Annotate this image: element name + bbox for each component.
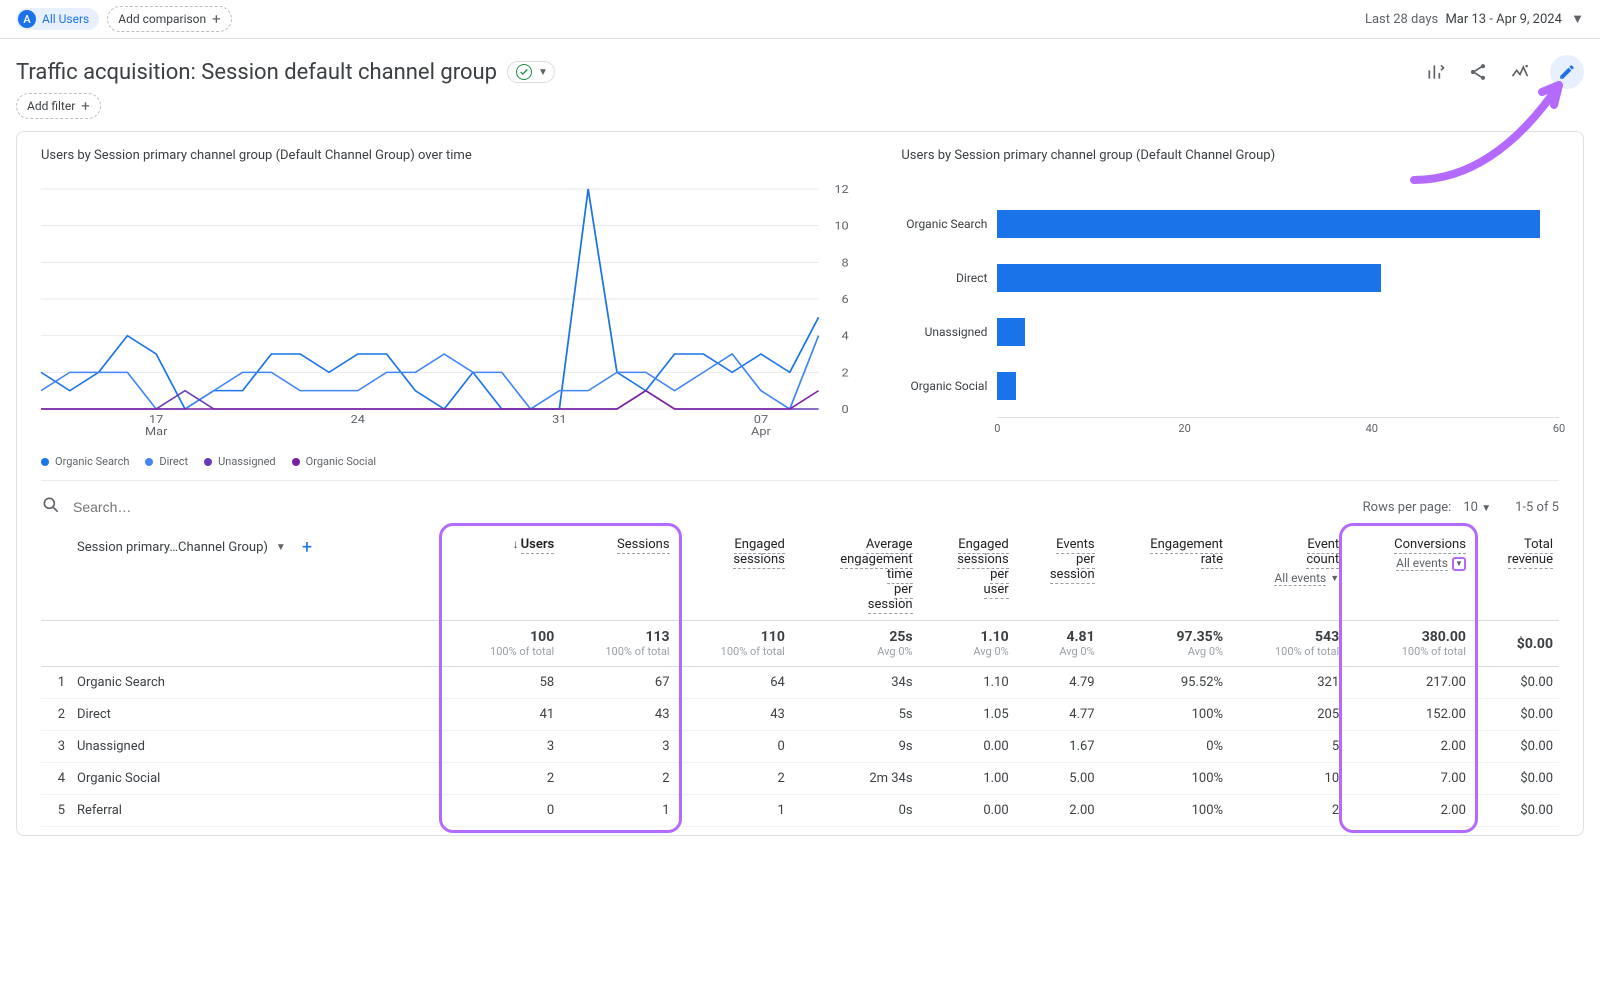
edit-pencil-icon[interactable] bbox=[1550, 55, 1584, 89]
metric-subselect[interactable]: All events bbox=[1396, 556, 1448, 571]
svg-text:31: 31 bbox=[552, 413, 566, 426]
column-header[interactable]: Engagedsessions bbox=[676, 529, 791, 621]
page-title: Traffic acquisition: Session default cha… bbox=[16, 60, 497, 85]
share-icon[interactable] bbox=[1466, 60, 1490, 84]
legend-item[interactable]: Organic Search bbox=[41, 455, 129, 468]
svg-text:0: 0 bbox=[842, 403, 849, 416]
dimension-header[interactable]: Session primary…Channel Group) bbox=[77, 540, 268, 555]
line-chart: 02468101217Mar243107Apr bbox=[41, 179, 853, 439]
bar-label: Organic Search bbox=[901, 217, 997, 231]
add-comparison-chip[interactable]: Add comparison + bbox=[107, 6, 231, 32]
pager-text: 1-5 of 5 bbox=[1515, 500, 1559, 515]
svg-text:07: 07 bbox=[754, 413, 769, 426]
dropdown-caret-icon[interactable]: ▼ bbox=[1452, 557, 1466, 571]
table-row[interactable]: 4Organic Social2222m 34s1.005.00100%107.… bbox=[41, 763, 1559, 795]
bar-label: Organic Social bbox=[901, 379, 997, 393]
bar-chart-title: Users by Session primary channel group (… bbox=[901, 148, 1559, 163]
sort-arrow-icon: ↓ bbox=[513, 537, 519, 551]
legend-item[interactable]: Direct bbox=[145, 455, 188, 468]
svg-text:Mar: Mar bbox=[145, 425, 167, 438]
caret-down-icon: ▼ bbox=[1571, 12, 1584, 27]
svg-text:4: 4 bbox=[842, 330, 849, 343]
rows-per-page-select[interactable]: 10 ▼ bbox=[1463, 500, 1491, 515]
rows-per-page-label: Rows per page: bbox=[1363, 500, 1452, 515]
data-table: Session primary…Channel Group) ▼ + ↓User… bbox=[41, 529, 1559, 827]
table-row[interactable]: 2Direct4143435s1.054.77100%205152.00$0.0… bbox=[41, 699, 1559, 731]
totals-row: 100100% of total113100% of total110100% … bbox=[41, 621, 1559, 667]
segment-label: All Users bbox=[42, 12, 89, 26]
customize-chart-icon[interactable] bbox=[1424, 60, 1448, 84]
report-header: Traffic acquisition: Session default cha… bbox=[0, 39, 1600, 93]
segment-letter: A bbox=[18, 10, 36, 28]
status-pill[interactable]: ▼ bbox=[507, 61, 555, 83]
line-chart-legend: Organic Search Direct Unassigned Organic So… bbox=[41, 455, 853, 468]
column-header[interactable]: ConversionsAll events ▼ bbox=[1345, 529, 1472, 621]
legend-item[interactable]: Unassigned bbox=[204, 455, 276, 468]
caret-down-icon: ▼ bbox=[1330, 573, 1339, 584]
bar-label: Direct bbox=[901, 271, 997, 285]
column-header[interactable]: Totalrevenue bbox=[1472, 529, 1559, 621]
svg-text:17: 17 bbox=[149, 413, 164, 426]
column-header[interactable]: Engagementrate bbox=[1101, 529, 1229, 621]
column-header[interactable]: ↓Users bbox=[445, 529, 560, 621]
svg-text:Apr: Apr bbox=[751, 425, 771, 438]
search-icon bbox=[41, 495, 61, 519]
bar-chart: Organic Search Direct Unassigned Organic So… bbox=[901, 179, 1559, 437]
column-header[interactable]: Engagedsessionsperuser bbox=[919, 529, 1015, 621]
date-range-picker[interactable]: Last 28 days Mar 13 - Apr 9, 2024 ▼ bbox=[1365, 11, 1584, 27]
svg-text:6: 6 bbox=[842, 293, 849, 306]
svg-text:12: 12 bbox=[834, 183, 849, 196]
segment-chip[interactable]: A All Users bbox=[16, 8, 99, 30]
table-row[interactable]: 5Referral0110s0.002.00100%22.00$0.00 bbox=[41, 795, 1559, 827]
column-header[interactable]: Eventspersession bbox=[1015, 529, 1101, 621]
report-card: Users by Session primary channel group (… bbox=[16, 131, 1584, 836]
search-input[interactable] bbox=[73, 499, 1363, 515]
table-toolbar: Rows per page: 10 ▼ 1-5 of 5 bbox=[41, 480, 1559, 529]
svg-text:24: 24 bbox=[351, 413, 366, 426]
bar-label: Unassigned bbox=[901, 325, 997, 339]
caret-down-icon: ▼ bbox=[1481, 503, 1491, 514]
top-bar: A All Users Add comparison + Last 28 day… bbox=[0, 0, 1600, 39]
check-circle-icon bbox=[516, 64, 532, 80]
caret-down-icon: ▼ bbox=[276, 542, 286, 553]
table-row[interactable]: 1Organic Search58676434s1.104.7995.52%32… bbox=[41, 667, 1559, 699]
line-chart-title: Users by Session primary channel group (… bbox=[41, 148, 853, 163]
add-filter-chip[interactable]: Add filter + bbox=[16, 93, 101, 119]
column-header[interactable]: EventcountAll events ▼ bbox=[1229, 529, 1345, 621]
column-header[interactable]: Sessions bbox=[560, 529, 675, 621]
insights-icon[interactable] bbox=[1508, 60, 1532, 84]
column-header[interactable]: Averageengagementtimepersession bbox=[791, 529, 919, 621]
metric-subselect[interactable]: All events bbox=[1274, 571, 1326, 586]
svg-text:8: 8 bbox=[842, 256, 849, 269]
add-dimension-button[interactable]: + bbox=[302, 537, 312, 558]
plus-icon: + bbox=[81, 97, 90, 115]
svg-text:2: 2 bbox=[842, 366, 849, 379]
caret-down-icon: ▼ bbox=[538, 67, 548, 78]
legend-item[interactable]: Organic Social bbox=[292, 455, 377, 468]
table-row[interactable]: 3Unassigned3309s0.001.670%52.00$0.00 bbox=[41, 731, 1559, 763]
plus-icon: + bbox=[212, 10, 221, 28]
svg-text:10: 10 bbox=[834, 220, 849, 233]
